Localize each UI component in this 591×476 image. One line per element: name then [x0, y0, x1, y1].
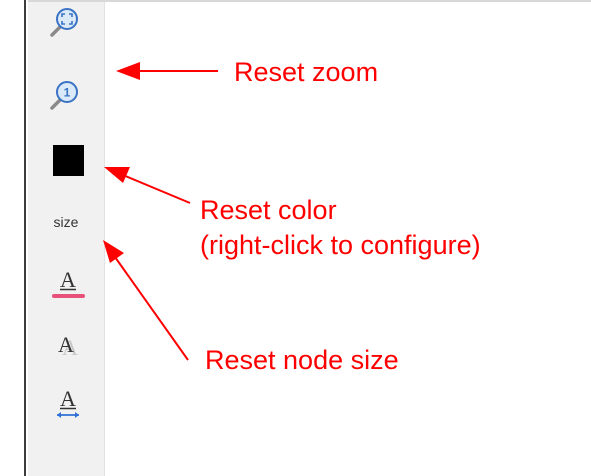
label-reset-color-hint: (right-click to configure) — [200, 230, 481, 260]
label-reset-color: Reset color — [200, 195, 337, 225]
arrow-reset-color — [122, 174, 191, 204]
arrow-reset-node-size — [114, 256, 189, 361]
label-reset-zoom: Reset zoom — [234, 57, 379, 87]
label-reset-node-size: Reset node size — [205, 345, 399, 375]
